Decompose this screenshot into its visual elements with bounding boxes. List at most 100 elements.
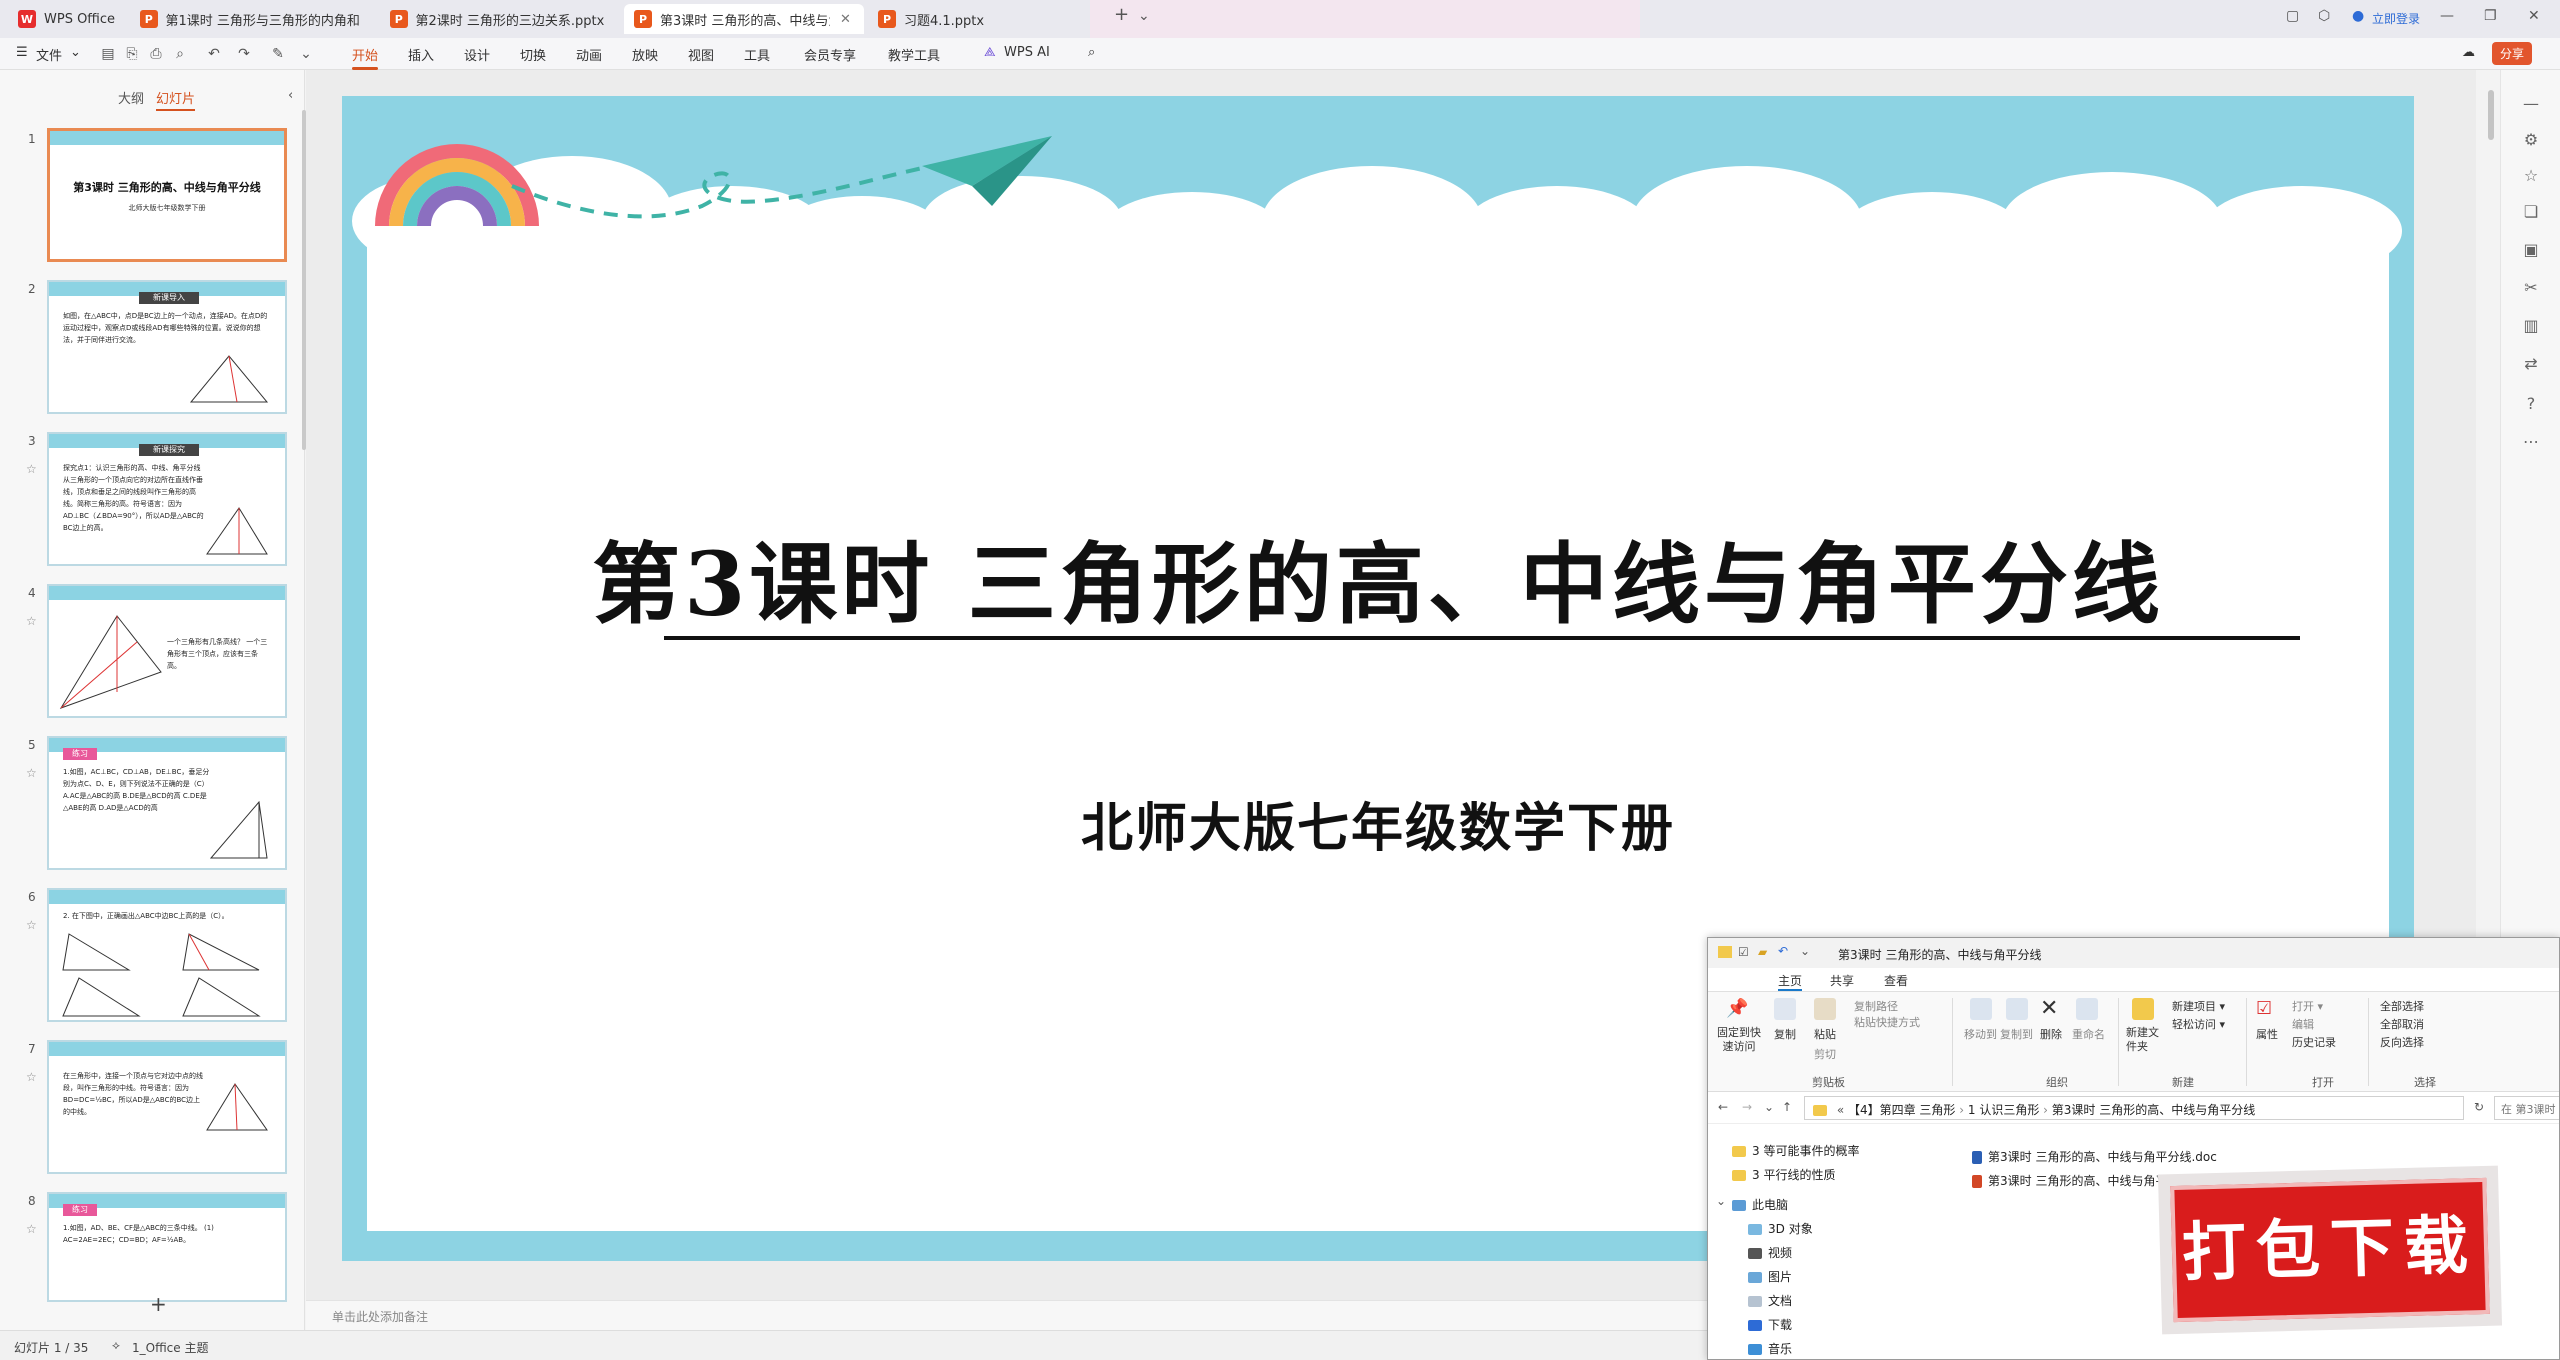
nav-item-documents[interactable]: 文档	[1748, 1292, 1792, 1309]
slide-thumbnail-6[interactable]: 2. 在下图中，正确画出△ABC中边BC上高的是（C）。	[47, 888, 287, 1022]
save-icon[interactable]: ▤	[100, 46, 116, 62]
slide-title[interactable]: 第3课时 三角形的高、中线与角平分线	[342, 514, 2414, 641]
chevron-down-icon[interactable]: ⌄	[70, 45, 81, 60]
new-item-button[interactable]: 新建项目 ▾	[2172, 998, 2225, 1014]
minus-icon[interactable]: —	[2521, 94, 2541, 114]
window-layout-icon[interactable]: ▢	[2286, 8, 2299, 24]
expand-chevron-icon[interactable]: ⌄	[1716, 1194, 1726, 1208]
recent-chevron-icon[interactable]: ⌄	[1764, 1100, 1774, 1114]
select-all-button[interactable]: 全部选择	[2380, 998, 2424, 1014]
user-avatar-icon[interactable]: ●	[2352, 8, 2364, 24]
search-field[interactable]: 在 第3课时	[2494, 1096, 2559, 1120]
copy-path-button[interactable]: 复制路径	[1854, 998, 1898, 1014]
explorer-tab-view[interactable]: 查看	[1884, 972, 1908, 989]
undo-icon[interactable]: ↶	[206, 46, 222, 62]
menu-home[interactable]: 开始	[352, 45, 379, 70]
menu-design[interactable]: 设计	[464, 45, 490, 64]
slide-thumbnail-4[interactable]: 一个三角形有几条高线？ 一个三角形有三个顶点，应该有三条高。	[47, 584, 287, 718]
book-icon[interactable]: ▥	[2521, 316, 2541, 336]
address-bar[interactable]: « 【4】第四章 三角形 › 1 认识三角形 › 第3课时 三角形的高、中线与角…	[1804, 1096, 2464, 1120]
forward-arrow-icon[interactable]: →	[1742, 1100, 1752, 1114]
star-icon[interactable]: ☆	[26, 766, 37, 780]
nav-item-pictures[interactable]: 图片	[1748, 1268, 1792, 1285]
slide-thumbnail-3[interactable]: 新课探究 探究点1：认识三角形的高、中线、角平分线 从三角形的一个顶点向它的对边…	[47, 432, 287, 566]
delete-button[interactable]: 删除	[2040, 1026, 2062, 1042]
theme-name[interactable]: 1_Office 主题	[132, 1339, 208, 1356]
tab-file-4[interactable]: P 习题4.1.pptx	[868, 4, 1108, 34]
menu-transition[interactable]: 切换	[520, 45, 546, 64]
new-folder-quick-icon[interactable]: ▰	[1758, 945, 1767, 959]
select-none-button[interactable]: 全部取消	[2380, 1016, 2424, 1032]
slide-thumbnail-2[interactable]: 新课导入 如图，在△ABC中，点D是BC边上的一个动点，连接AD。在点D的运动过…	[47, 280, 287, 414]
share-button[interactable]: 分享	[2492, 42, 2533, 65]
settings-icon[interactable]: ⚙	[2521, 130, 2541, 150]
tab-file-3-active[interactable]: P 第3课时 三角形的高、中线与角平分线.pptx ✕	[624, 4, 864, 34]
export-icon[interactable]: ⎘	[124, 46, 140, 62]
edit-button[interactable]: 编辑	[2292, 1016, 2314, 1032]
tab-file-1[interactable]: P 第1课时 三角形与三角形的内角和.pptx	[130, 4, 370, 34]
back-arrow-icon[interactable]: ←	[1718, 1100, 1728, 1114]
history-button[interactable]: 历史记录	[2292, 1034, 2336, 1050]
transform-icon[interactable]: ⇄	[2521, 354, 2541, 374]
template-icon[interactable]: ▣	[2521, 240, 2541, 260]
help-icon[interactable]: ?	[2521, 394, 2541, 414]
explorer-tab-home[interactable]: 主页	[1778, 972, 1803, 991]
star-icon[interactable]: ☆	[26, 918, 37, 932]
file-item-doc[interactable]: 第3课时 三角形的高、中线与角平分线.doc	[1972, 1148, 2217, 1165]
star-icon[interactable]: ☆	[2521, 166, 2541, 186]
properties-button[interactable]: 属性	[2256, 1026, 2278, 1042]
nav-item-3d[interactable]: 3D 对象	[1748, 1220, 1813, 1237]
menu-tools[interactable]: 工具	[744, 45, 770, 64]
slide-thumbnail-1[interactable]: 第3课时 三角形的高、中线与角平分线 北师大版七年级数学下册	[47, 128, 287, 262]
tab-list-chevron-icon[interactable]: ⌄	[1138, 8, 1150, 24]
explorer-tab-share[interactable]: 共享	[1830, 972, 1854, 989]
search-icon[interactable]: ⌕	[1088, 45, 1095, 60]
open-button[interactable]: 打开 ▾	[2292, 998, 2323, 1014]
star-icon[interactable]: ☆	[26, 1222, 37, 1236]
up-arrow-icon[interactable]: ↑	[1782, 1100, 1792, 1114]
tab-wps-office[interactable]: W WPS Office	[8, 4, 125, 34]
add-slide-button[interactable]: +	[150, 1292, 167, 1316]
paste-shortcut-button[interactable]: 粘贴快捷方式	[1854, 1014, 1920, 1030]
menu-member[interactable]: 会员专享	[804, 45, 856, 64]
cloud-sync-icon[interactable]: ☁	[2462, 45, 2475, 60]
undo-quick-icon[interactable]: ↶	[1778, 944, 1788, 958]
menu-file[interactable]: 文件	[36, 45, 62, 64]
invert-selection-button[interactable]: 反向选择	[2380, 1034, 2424, 1050]
quick-access-chevron-icon[interactable]: ⌄	[1800, 944, 1810, 958]
star-icon[interactable]: ☆	[26, 462, 37, 476]
menu-wps-ai[interactable]: WPS AI	[1004, 45, 1050, 60]
refresh-icon[interactable]: ↻	[2474, 1100, 2484, 1114]
nav-item[interactable]: 3 等可能事件的概率	[1732, 1142, 1859, 1159]
slide-thumbnail-7[interactable]: 在三角形中，连接一个顶点与它对边中点的线段，叫作三角形的中线。符号语言：因为BD…	[47, 1040, 287, 1174]
nav-item-videos[interactable]: 视频	[1748, 1244, 1792, 1261]
menu-view[interactable]: 视图	[688, 45, 714, 64]
breadcrumb-1[interactable]: 【4】第四章 三角形	[1848, 1103, 1955, 1117]
slide-thumbnail-8[interactable]: 练习 1.如图，AD、BE、CF是△ABC的三条中线。 (1) AC=2AE=2…	[47, 1192, 287, 1302]
star-icon[interactable]: ☆	[26, 1070, 37, 1084]
copy-icon[interactable]: ❏	[2521, 202, 2541, 222]
new-tab-button[interactable]: +	[1114, 4, 1129, 25]
nav-item-downloads[interactable]: 下载	[1748, 1316, 1792, 1333]
login-link[interactable]: 立即登录	[2372, 10, 2420, 27]
copy-button[interactable]: 复制	[1774, 1026, 1796, 1042]
maximize-icon[interactable]: ❐	[2484, 8, 2497, 24]
slide-thumbnail-5[interactable]: 练习 1.如图，AC⊥BC，CD⊥AB，DE⊥BC，垂足分别为点C、D、E，则下…	[47, 736, 287, 870]
print-icon[interactable]: ⎙	[148, 46, 164, 62]
pin-quick-access-button[interactable]: 固定到快速访问	[1714, 1026, 1764, 1054]
preview-icon[interactable]: ⌕	[172, 46, 188, 62]
rename-button[interactable]: 重命名	[2072, 1026, 2105, 1042]
new-folder-button[interactable]: 新建文件夹	[2126, 1026, 2166, 1054]
menu-animation[interactable]: 动画	[576, 45, 602, 64]
cube-icon[interactable]: ⬡	[2318, 8, 2330, 24]
nav-item-this-pc[interactable]: 此电脑	[1732, 1196, 1788, 1213]
nav-item[interactable]: 3 平行线的性质	[1732, 1166, 1835, 1183]
breadcrumb-2[interactable]: 1 认识三角形	[1968, 1103, 2039, 1117]
slide-subtitle[interactable]: 北师大版七年级数学下册	[342, 786, 2414, 861]
nav-item-music[interactable]: 音乐	[1748, 1340, 1792, 1357]
breadcrumb-3[interactable]: 第3课时 三角形的高、中线与角平分线	[2052, 1103, 2255, 1117]
close-tab-icon[interactable]: ✕	[840, 12, 851, 27]
redo-icon[interactable]: ↷	[236, 46, 252, 62]
tools-icon[interactable]: ✂	[2521, 278, 2541, 298]
more-icon[interactable]: ⋯	[2521, 432, 2541, 452]
